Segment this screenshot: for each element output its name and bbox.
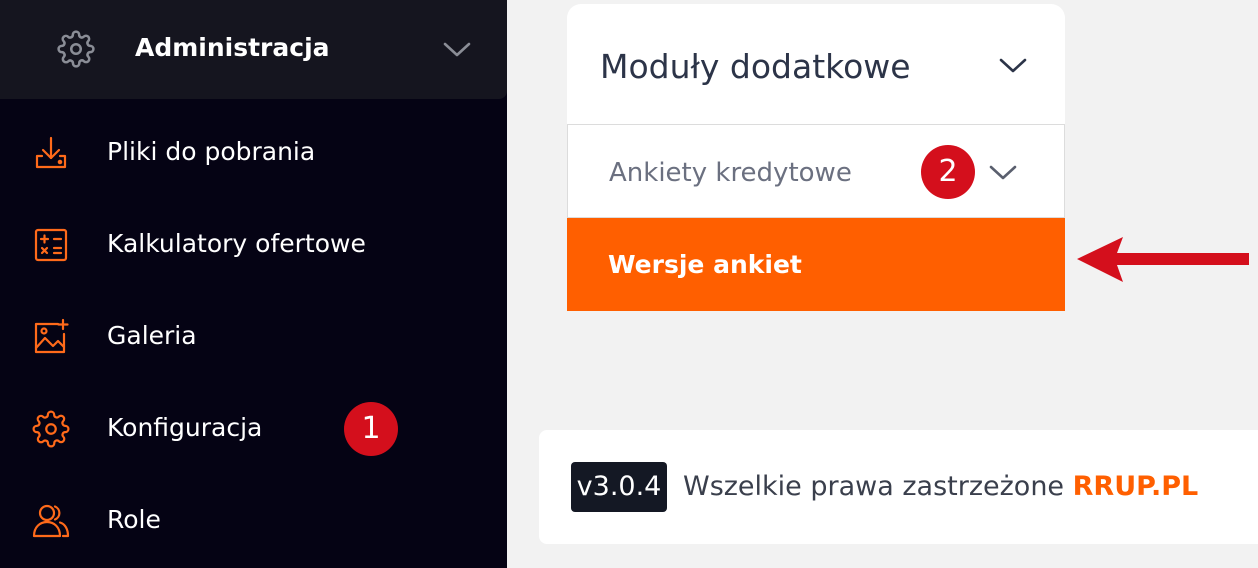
submenu-item-wersje-ankiet[interactable]: Wersje ankiet xyxy=(567,218,1065,311)
chevron-down-icon[interactable] xyxy=(441,36,473,62)
gear-icon xyxy=(57,30,95,68)
sidebar-item-label: Pliki do pobrania xyxy=(107,137,316,166)
version-badge: v3.0.4 xyxy=(571,462,667,512)
sidebar-item-label: Role xyxy=(107,505,161,534)
step-badge: 1 xyxy=(344,402,398,456)
arrow-left-icon xyxy=(1077,235,1249,285)
gallery-icon xyxy=(32,318,70,356)
submenu-item-label: Wersje ankiet xyxy=(608,250,802,279)
sidebar-item-label: Galeria xyxy=(107,321,197,350)
sidebar-section-administracja[interactable]: Administracja xyxy=(0,0,507,99)
sidebar-item-galeria[interactable]: Galeria xyxy=(0,297,507,377)
calculator-icon xyxy=(32,226,70,264)
sidebar-section-title: Administracja xyxy=(135,33,330,62)
users-icon xyxy=(32,502,70,540)
sidebar-item-konfiguracja[interactable]: Konfiguracja 1 xyxy=(0,389,507,469)
sidebar-item-role[interactable]: Role xyxy=(0,481,507,561)
chevron-down-icon[interactable] xyxy=(997,52,1029,78)
panel-title: Moduły dodatkowe xyxy=(600,47,911,86)
copyright-text: Wszelkie prawa zastrzeżone RRUP.PL xyxy=(683,467,1198,507)
chevron-down-icon[interactable] xyxy=(987,159,1019,185)
submenu-ankiety-kredytowe[interactable]: Ankiety kredytowe 2 xyxy=(567,124,1065,218)
sidebar-item-label: Kalkulatory ofertowe xyxy=(107,229,366,258)
footer: v3.0.4 Wszelkie prawa zastrzeżone RRUP.P… xyxy=(539,430,1258,544)
copyright-label: Wszelkie prawa zastrzeżone xyxy=(683,471,1073,502)
brand-link[interactable]: RRUP.PL xyxy=(1073,471,1199,502)
sidebar-item-pliki-do-pobrania[interactable]: Pliki do pobrania xyxy=(0,113,507,193)
sidebar-item-label: Konfiguracja xyxy=(107,413,263,442)
module-panel-header[interactable]: Moduły dodatkowe xyxy=(567,4,1065,124)
sidebar-item-kalkulatory-ofertowe[interactable]: Kalkulatory ofertowe xyxy=(0,205,507,285)
sidebar: Administracja Pliki do pobrania Kalkulat… xyxy=(0,0,507,568)
submenu-label: Ankiety kredytowe xyxy=(609,158,852,188)
download-icon xyxy=(32,134,70,172)
gear-icon xyxy=(32,410,70,448)
step-badge: 2 xyxy=(921,145,975,199)
